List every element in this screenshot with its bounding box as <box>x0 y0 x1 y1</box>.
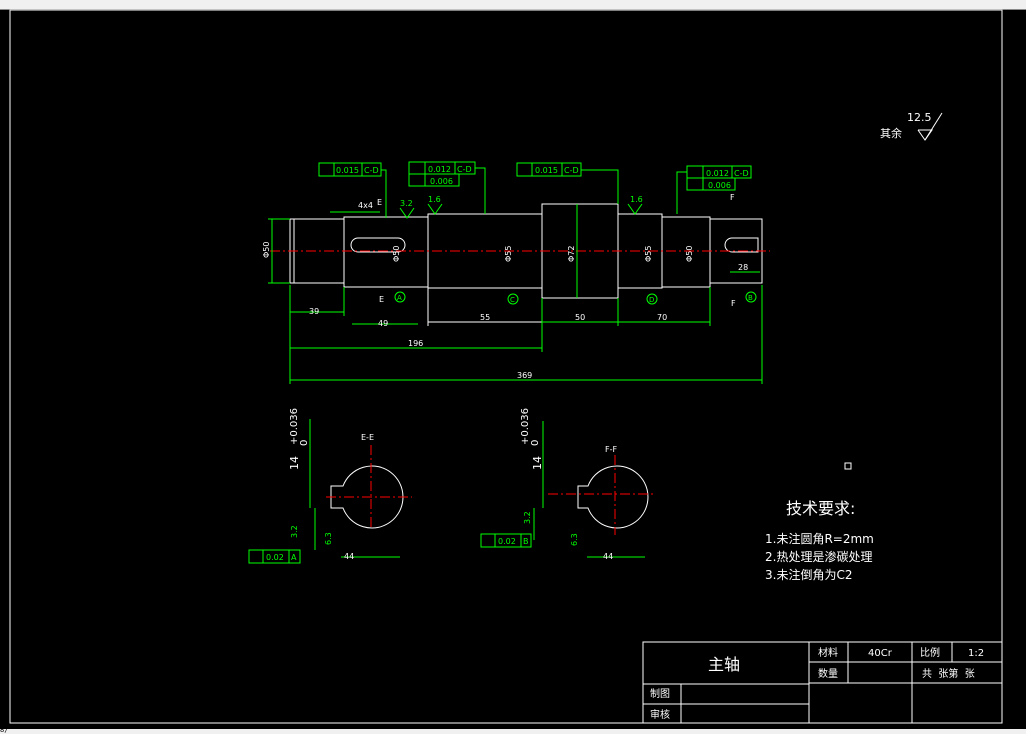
roughness-value: 12.5 <box>907 111 932 124</box>
svg-text:0.015: 0.015 <box>336 166 359 175</box>
section-E-width: 14 <box>288 456 301 470</box>
dim-dia-right50: Φ50 <box>685 246 694 262</box>
dim-key-left: 4x4 <box>358 201 373 210</box>
section-F-tol-up: +0.036 <box>520 408 531 445</box>
roughness-note: 12.5 其余 <box>880 111 943 141</box>
svg-text:6.3: 6.3 <box>570 533 579 546</box>
svg-text:3.2: 3.2 <box>523 511 532 524</box>
tolerance-frames: 0.015 C-D 0.012 C-D 0.006 0.015 C-D 0.01… <box>318 161 752 218</box>
svg-text:0.006: 0.006 <box>708 181 731 190</box>
svg-text:制图: 制图 <box>650 687 670 700</box>
svg-text:A: A <box>397 294 402 302</box>
svg-text:共 张第 张: 共 张第 张 <box>922 667 975 680</box>
shaft-main-view <box>270 203 770 299</box>
tech-title: 技术要求: <box>786 499 855 518</box>
svg-text:审核: 审核 <box>650 708 670 721</box>
tech-item-3: 3.未注倒角为C2 <box>765 567 852 582</box>
section-F-view: F-F 14 +0.036 0 44 0.02 B 3.2 6.3 <box>480 408 655 561</box>
surface-marks: 3.2 1.6 1.6 <box>399 195 643 219</box>
svg-text:F: F <box>731 299 736 308</box>
svg-text:6.3: 6.3 <box>324 532 333 545</box>
svg-text:D: D <box>649 296 654 304</box>
cad-drawing-canvas[interactable]: 12.5 其余 39 49 55 50 70 196 369 28 Φ50 Φ5… <box>0 0 1026 734</box>
dim-len-369: 369 <box>517 371 532 380</box>
svg-text:C-D: C-D <box>564 166 579 175</box>
status-glyph: 8/ <box>0 726 9 734</box>
title-block: 主轴 材料 40Cr 比例 1:2 数量 共 张第 张 制图 审核 <box>642 641 1003 724</box>
dim-len-50: 50 <box>575 313 585 322</box>
scale-value: 1:2 <box>968 648 984 659</box>
section-E-tol-low: 0 <box>299 440 310 446</box>
dim-dia-mid: Φ55 <box>504 246 513 262</box>
dim-len-196: 196 <box>408 339 423 348</box>
tech-item-1: 1.未注圆角R=2mm <box>765 531 874 546</box>
svg-text:材料: 材料 <box>818 646 838 659</box>
svg-text:B: B <box>748 294 753 302</box>
dim-len-70: 70 <box>657 313 667 322</box>
drawing-border <box>9 9 1003 724</box>
status-bar <box>0 729 1026 734</box>
section-E-tol-up: +0.036 <box>289 408 300 445</box>
svg-text:A: A <box>291 553 297 562</box>
dim-len-49: 49 <box>378 319 388 328</box>
svg-text:C-D: C-D <box>457 165 472 174</box>
part-name: 主轴 <box>708 655 740 674</box>
svg-text:B: B <box>523 537 529 546</box>
section-E-title: E-E <box>361 433 374 442</box>
dim-len-39: 39 <box>309 307 319 316</box>
svg-text:1.6: 1.6 <box>428 195 441 204</box>
dim-len-28: 28 <box>738 263 748 272</box>
section-E-view: E-E 14 +0.036 0 44 0.02 A 3.2 6.3 <box>248 408 412 564</box>
section-F-title: F-F <box>605 445 617 454</box>
svg-text:0.02: 0.02 <box>498 537 516 546</box>
svg-text:0.006: 0.006 <box>430 177 453 186</box>
svg-text:3.2: 3.2 <box>400 199 413 208</box>
svg-text:0.012: 0.012 <box>706 169 729 178</box>
section-F-depth: 44 <box>603 552 613 561</box>
svg-text:F: F <box>730 193 735 202</box>
dim-len-55: 55 <box>480 313 490 322</box>
selection-grip-icon[interactable] <box>844 462 852 470</box>
tech-item-2: 2.热处理是渗碳处理 <box>765 549 872 564</box>
svg-text:3.2: 3.2 <box>290 525 299 538</box>
section-F-tol-low: 0 <box>530 440 541 446</box>
svg-text:比例: 比例 <box>920 646 940 659</box>
svg-text:1.6: 1.6 <box>630 195 643 204</box>
svg-text:E: E <box>377 198 382 207</box>
dim-dia-left: Φ50 <box>262 242 271 258</box>
roughness-label: 其余 <box>880 126 902 140</box>
svg-text:E: E <box>379 295 384 304</box>
tech-requirements: 技术要求: 1.未注圆角R=2mm 2.热处理是渗碳处理 3.未注倒角为C2 <box>765 499 874 582</box>
svg-text:C: C <box>510 296 515 304</box>
svg-text:0.012: 0.012 <box>428 165 451 174</box>
svg-text:C-D: C-D <box>364 166 379 175</box>
dim-dia-journal-left: Φ50 <box>392 246 401 262</box>
svg-text:C-D: C-D <box>734 169 749 178</box>
section-F-width: 14 <box>531 456 544 470</box>
dim-dia-collar: Φ72 <box>567 246 576 262</box>
dimensions-main: 39 49 55 50 70 196 369 28 Φ50 Φ50 Φ55 Φ7… <box>262 201 763 384</box>
svg-text:0.02: 0.02 <box>266 553 284 562</box>
section-E-depth: 44 <box>344 552 354 561</box>
svg-text:0.015: 0.015 <box>535 166 558 175</box>
material-value: 40Cr <box>868 648 893 659</box>
dim-dia-right55: Φ55 <box>644 246 653 262</box>
svg-text:数量: 数量 <box>818 667 838 680</box>
